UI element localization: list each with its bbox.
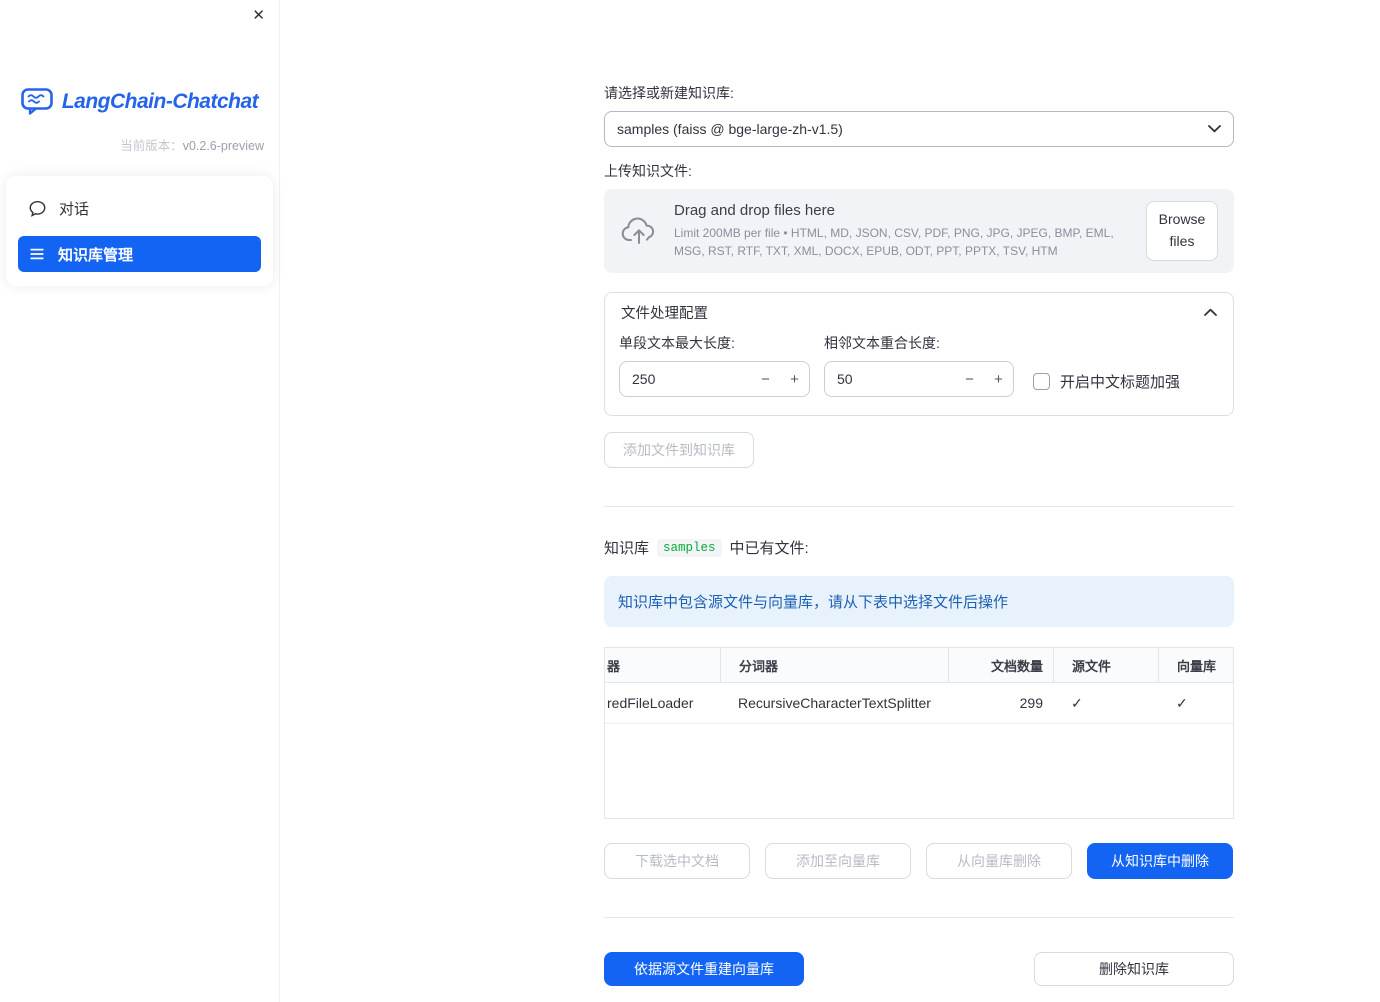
chunk-size-input[interactable] [620,371,751,387]
sidebar: ✕ LangChain-Chatchat 当前版本：v0.2.6-preview… [0,0,280,1002]
column-header-loader[interactable]: 器 [605,648,720,682]
table-row[interactable]: redFileLoader RecursiveCharacterTextSpli… [605,683,1233,724]
overlap-minus-button[interactable]: − [955,371,984,388]
chunk-size-label: 单段文本最大长度: [619,335,735,351]
chunk-size-group: 单段文本最大长度: − + [619,333,810,397]
file-config-expander: 文件处理配置 单段文本最大长度: − + 相邻文本重合 [604,292,1234,416]
dropzone-texts: Drag and drop files here Limit 200MB per… [674,202,1130,260]
existing-suffix: 中已有文件: [729,540,809,557]
cell-loader[interactable]: redFileLoader [605,683,720,723]
cell-vector-store-check[interactable]: ✓ [1158,683,1233,723]
download-selected-button[interactable]: 下载选中文档 [604,843,750,879]
version-label: 当前版本： [120,139,183,153]
sidebar-close-icon[interactable]: ✕ [252,8,265,23]
expander-title: 文件处理配置 [621,305,708,322]
sidebar-item-label: 知识库管理 [58,246,134,264]
version-value: v0.2.6-preview [182,139,264,153]
chat-bubble-icon [29,200,46,217]
kb-select[interactable]: samples (faiss @ bge-large-zh-v1.5) [604,111,1234,147]
column-header-doc-count[interactable]: 文档数量 [948,648,1053,682]
column-header-source-file[interactable]: 源文件 [1053,648,1158,682]
file-dropzone[interactable]: Drag and drop files here Limit 200MB per… [604,189,1234,273]
sidebar-item-knowledge-base[interactable]: 知识库管理 [18,236,261,272]
existing-files-heading: 知识库 samples 中已有文件: [604,537,1234,558]
kb-actions-row: 依据源文件重建向量库 删除知识库 [604,952,1234,986]
zh-title-enhance-option: 开启中文标题加强 [1033,365,1180,397]
dropzone-limit-text: Limit 200MB per file • HTML, MD, JSON, C… [674,226,1114,258]
existing-prefix: 知识库 [604,540,650,557]
overlap-plus-button[interactable]: + [984,371,1013,388]
chunk-plus-button[interactable]: + [780,371,809,388]
add-to-vector-store-button[interactable]: 添加至向量库 [765,843,911,879]
expander-body: 单段文本最大长度: − + 相邻文本重合长度: − + [605,331,1233,415]
chevron-down-icon [1208,125,1221,133]
column-header-splitter[interactable]: 分词器 [720,648,948,682]
table-header-row: 器 分词器 文档数量 源文件 向量库 [605,648,1233,683]
kb-select-label: 请选择或新建知识库: [604,85,734,101]
delete-kb-button[interactable]: 删除知识库 [1034,952,1234,986]
column-header-vector-store[interactable]: 向量库 [1158,648,1233,682]
zh-title-enhance-label[interactable]: 开启中文标题加强 [1060,371,1180,392]
zh-title-enhance-checkbox[interactable] [1033,372,1050,390]
overlap-label: 相邻文本重合长度: [824,335,940,351]
expander-header[interactable]: 文件处理配置 [605,293,1233,331]
divider [604,506,1234,507]
browse-files-button[interactable]: Browse files [1146,201,1218,261]
file-actions-row: 下载选中文档 添加至向量库 从向量库删除 从知识库中删除 [604,843,1234,879]
divider [604,917,1234,918]
logo-chat-icon [21,88,54,115]
sidebar-item-label: 对话 [59,200,90,218]
main-area: 请选择或新建知识库: samples (faiss @ bge-large-zh… [280,0,1380,1002]
app-logo: LangChain-Chatchat [0,88,279,115]
overlap-group: 相邻文本重合长度: − + [824,333,1014,397]
chevron-up-icon [1204,308,1217,316]
dropzone-title: Drag and drop files here [674,202,835,220]
app-title: LangChain-Chatchat [61,89,259,113]
version-line: 当前版本：v0.2.6-preview [0,135,279,154]
delete-from-kb-button[interactable]: 从知识库中删除 [1087,843,1233,879]
upload-label: 上传知识文件: [604,163,692,179]
rebuild-vector-store-button[interactable]: 依据源文件重建向量库 [604,952,804,986]
cloud-upload-icon [620,216,658,246]
cell-source-file-check[interactable]: ✓ [1053,683,1158,723]
chunk-size-stepper[interactable]: − + [619,361,810,397]
knowledge-list-icon [29,246,45,262]
kb-select-value: samples (faiss @ bge-large-zh-v1.5) [617,121,843,137]
overlap-input[interactable] [825,371,955,387]
delete-from-vector-store-button[interactable]: 从向量库删除 [926,843,1072,879]
chunk-minus-button[interactable]: − [751,371,780,388]
cell-splitter[interactable]: RecursiveCharacterTextSplitter [720,683,948,723]
sidebar-item-dialogue[interactable]: 对话 [18,190,261,226]
sidebar-menu: 对话 知识库管理 [6,176,273,286]
add-files-button[interactable]: 添加文件到知识库 [604,432,754,468]
kb-name-code: samples [657,538,722,557]
cell-doc-count[interactable]: 299 [948,683,1053,723]
file-table: 器 分词器 文档数量 源文件 向量库 redFileLoader Recursi… [604,647,1234,819]
content-column: 请选择或新建知识库: samples (faiss @ bge-large-zh… [604,0,1234,986]
overlap-stepper[interactable]: − + [824,361,1014,397]
info-banner: 知识库中包含源文件与向量库，请从下表中选择文件后操作 [604,576,1234,627]
